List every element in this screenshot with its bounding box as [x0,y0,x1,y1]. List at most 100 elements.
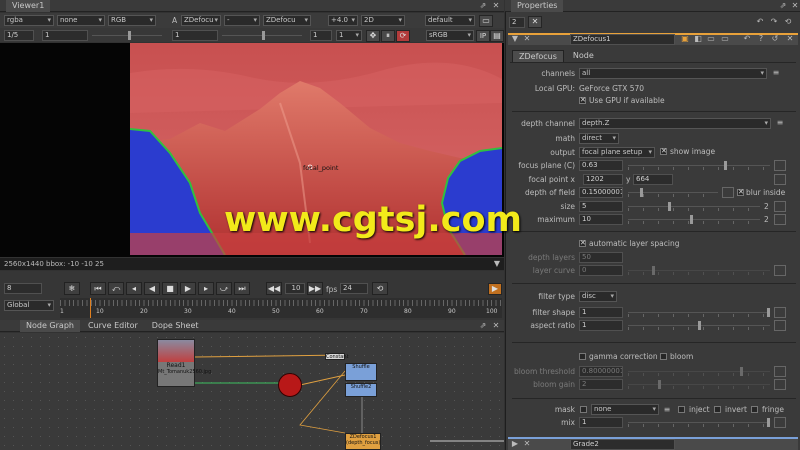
gain-slider[interactable] [92,30,162,41]
input-b-combo[interactable]: ZDefocu [263,15,311,26]
tab-dope-sheet[interactable]: Dope Sheet [146,321,205,330]
focal-point-y-field[interactable]: 664 [633,174,673,185]
color-icon[interactable]: ◧ [693,34,703,44]
aspect-ratio-slider[interactable] [628,320,770,331]
depth-channel-menu-icon[interactable]: ≡ [775,118,785,128]
close-icon[interactable]: ✕ [785,34,795,44]
show-image-checkbox[interactable] [660,147,667,155]
bloom-checkbox[interactable] [660,353,667,360]
mask-enable-checkbox[interactable] [580,406,587,413]
grade2-name-field[interactable]: Grade2 [570,439,675,450]
step-forward-button[interactable]: ▸ [198,282,214,295]
aspect-ratio-field[interactable]: 1 [579,320,623,331]
depth-layers-field[interactable]: 50 [579,252,623,263]
stop-button[interactable]: ■ [162,282,178,295]
increment-field[interactable]: 10 [285,283,305,294]
bloom-gain-slider[interactable] [628,379,770,390]
close-panel-icon[interactable]: ✕ [790,1,800,11]
play-forward-button[interactable]: ▶ [180,282,196,295]
bookmark-icon[interactable]: ▭ [706,34,716,44]
composite-combo[interactable]: - [224,15,260,26]
blur-inside-checkbox[interactable] [737,188,744,196]
view-lut-combo[interactable]: sRGB [426,30,474,41]
mix-slider[interactable] [628,417,770,428]
bloom-threshold-field[interactable]: 0.80000001 [579,366,623,377]
revert-icon[interactable]: ⟲ [782,17,794,27]
close-panel-icon[interactable]: ✕ [491,321,501,331]
size-animation-button[interactable] [774,201,786,212]
stats-button[interactable]: ▤ [490,30,504,42]
current-frame-field[interactable]: 8 [4,283,42,294]
tab-viewer[interactable]: Viewer1 [6,0,51,12]
goto-start-button[interactable]: ⏮ [90,282,106,295]
channels-menu-icon[interactable]: ≡ [771,68,781,78]
fps-field[interactable]: 24 [340,283,368,294]
float-panel-icon[interactable]: ⇗ [478,321,488,331]
shuffle2-node[interactable]: Shuffle2 [345,383,377,397]
depth-of-field-animation-button[interactable] [722,187,734,198]
settings-button[interactable]: ❄ [64,282,80,295]
gamma-slider[interactable] [222,30,302,41]
fringe-checkbox[interactable] [751,406,758,413]
dot-node[interactable] [278,373,302,397]
max-panels-field[interactable]: 2 [509,17,525,28]
range-mode-combo[interactable]: Global [4,300,54,311]
frame-field[interactable]: 1 [310,30,332,41]
redo-icon[interactable]: ↷ [768,17,780,27]
clip-warning-button[interactable]: ✥ [366,30,380,42]
goto-end-button[interactable]: ⏭ [234,282,250,295]
tab-properties[interactable]: Properties [511,0,564,12]
node-icon[interactable]: ▣ [680,34,690,44]
bloom-gain-field[interactable]: 2 [579,379,623,390]
input-a-combo[interactable]: ZDefocu [181,15,221,26]
clear-panels-button[interactable]: ✕ [528,16,542,28]
playhead[interactable] [90,298,91,318]
tab-curve-editor[interactable]: Curve Editor [80,321,146,330]
zdefocus-node[interactable]: ZDefocus1 (depth_focus) [345,433,381,450]
maximum-field[interactable]: 10 [579,214,623,225]
depth-channel-combo[interactable]: depth.Z [579,118,771,129]
display-channel-combo[interactable]: RGB [108,15,156,26]
size-field[interactable]: 5 [579,201,623,212]
pause-button[interactable]: ⏸ [381,30,395,42]
gamma-field[interactable]: 1 [172,30,218,41]
skip-back-button[interactable]: ◀◀ [266,282,282,295]
layer-curve-field[interactable]: 0 [579,265,623,276]
gamma-correction-checkbox[interactable] [579,353,586,360]
play-backward-button[interactable]: ◀ [144,282,160,295]
mix-animation-button[interactable] [774,417,786,428]
close-panel-icon[interactable]: ✕ [491,1,501,11]
help-icon[interactable]: ? [756,34,766,44]
revert-icon[interactable]: ↺ [770,34,780,44]
size-slider[interactable] [628,201,760,212]
float-node-icon[interactable]: ▭ [720,34,730,44]
output-combo[interactable]: focal plane setup [579,147,655,158]
skip-forward-button[interactable]: ▶▶ [307,282,323,295]
constant-node[interactable]: Constant [325,353,348,360]
use-gpu-checkbox[interactable] [579,96,586,104]
float-panel-icon[interactable]: ⇗ [478,1,488,11]
depth-of-field-slider[interactable] [628,187,718,198]
next-keyframe-button[interactable]: ⤻ [216,282,232,295]
close-node-icon[interactable]: ✕ [522,439,532,449]
lut-combo[interactable]: default [425,15,475,26]
layer-curve-slider[interactable] [628,265,770,276]
refresh-button[interactable]: ⟳ [396,30,410,42]
tab-zdefocus[interactable]: ZDefocus [512,50,564,62]
focal-point-animation-button[interactable] [774,174,786,185]
filter-shape-slider[interactable] [628,307,770,318]
info-bar-menu-icon[interactable]: ▼ [492,259,502,269]
gain-field[interactable]: 1 [42,30,88,41]
view-mode-combo[interactable]: 2D [361,15,405,26]
step-back-button[interactable]: ◂ [126,282,142,295]
layer-curve-animation-button[interactable] [774,265,786,276]
filter-shape-field[interactable]: 1 [579,307,623,318]
mask-combo[interactable]: none [591,404,659,415]
roi-button[interactable]: ▭ [479,15,493,27]
filter-type-combo[interactable]: disc [579,291,617,302]
tab-node[interactable]: Node [564,50,603,62]
bloom-gain-animation-button[interactable] [774,379,786,390]
proxy-combo[interactable]: 1 [336,30,362,41]
tab-node-graph[interactable]: Node Graph [20,319,80,332]
focus-plane-slider[interactable] [628,160,770,171]
